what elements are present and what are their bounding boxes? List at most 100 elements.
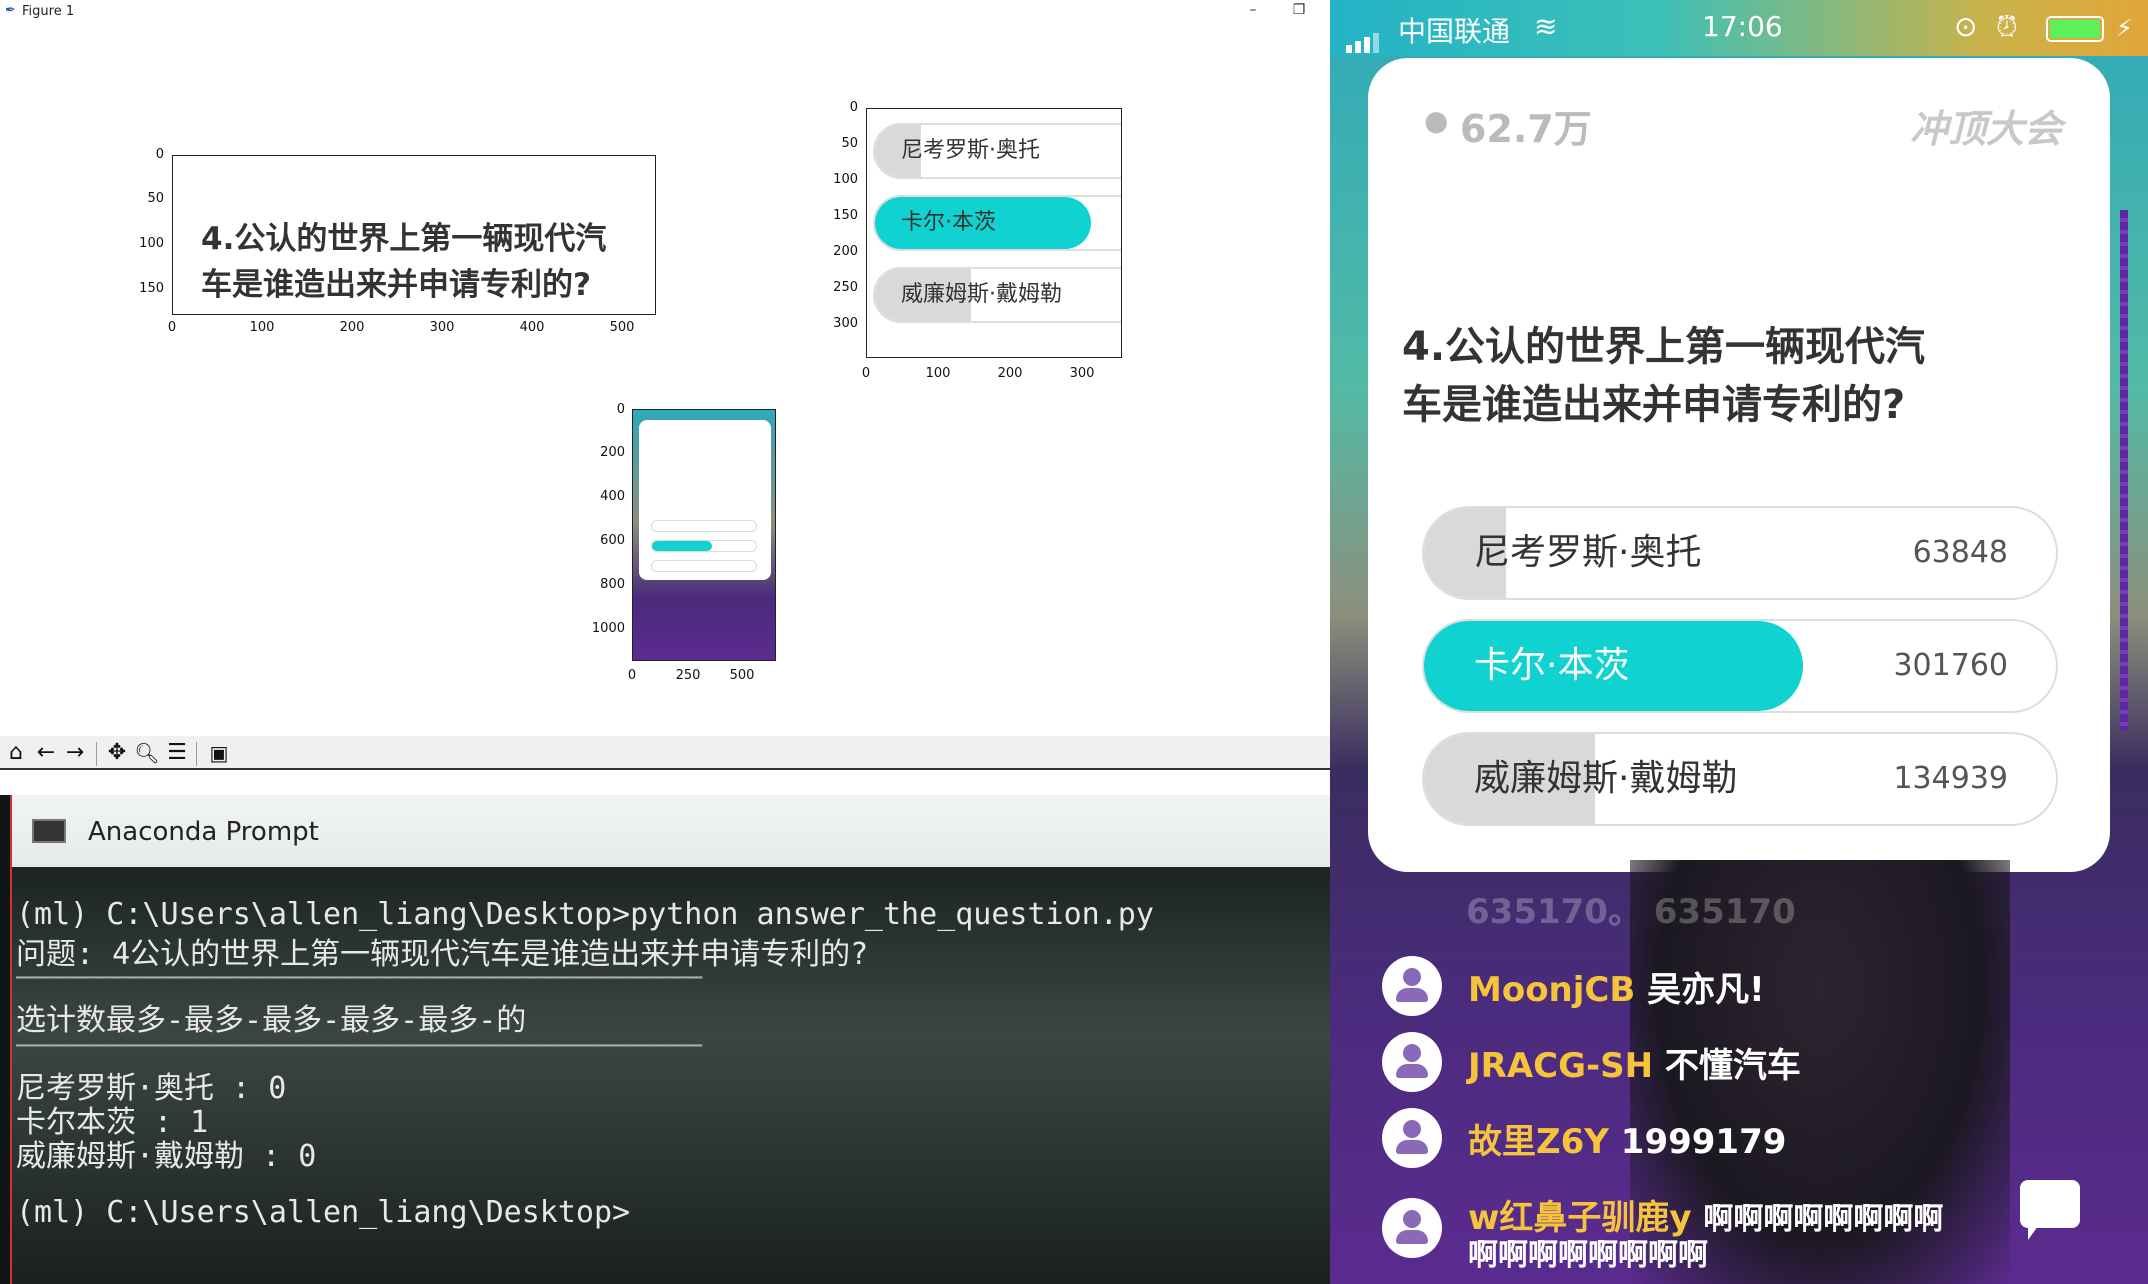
x-tick: 250: [675, 668, 701, 683]
chat-bubble-icon[interactable]: [2020, 1180, 2080, 1240]
y-tick: 600: [600, 533, 625, 548]
prompt-titlebar: Anaconda Prompt: [10, 795, 1330, 867]
avatar: [1382, 956, 1442, 1016]
answer-label: 卡尔·本茨: [1474, 645, 1630, 686]
avatar: [1382, 1198, 1442, 1258]
y-tick: 200: [833, 244, 858, 259]
x-tick: 100: [249, 320, 275, 335]
anaconda-prompt-window: Anaconda Prompt (ml) C:\Users\allen_lian…: [0, 795, 1330, 1284]
axes-question: 4.公认的世界上第一辆现代汽 车是谁造出来并申请专利的?: [172, 155, 656, 315]
matplotlib-window: ✒ Figure 1 – ❐ 4.公认的世界上第一辆现代汽 车是谁造出来并申请专…: [0, 0, 1330, 770]
x-tick: 200: [997, 366, 1023, 381]
thumbnail-option: [651, 520, 757, 532]
option-bar: 威廉姆斯·戴姆勒: [873, 267, 1121, 323]
brand-logo: 冲顶大会: [1910, 107, 2063, 151]
x-tick: 200: [339, 320, 365, 335]
rotation-lock-icon: ⊙: [1954, 10, 1978, 43]
forward-icon[interactable]: →: [62, 741, 88, 767]
comment-message-continued: 啊啊啊啊啊啊啊啊: [1468, 1238, 1708, 1273]
answer-count: 63848: [1912, 535, 2008, 570]
comment-user: MoonjCB 吴亦凡!: [1468, 970, 1765, 1010]
y-tick: 0: [155, 147, 164, 162]
toolbar-separator: [196, 742, 197, 766]
save-icon[interactable]: ▣: [206, 741, 232, 767]
option-bar: 尼考罗斯·奥托: [873, 123, 1121, 179]
y-tick: 50: [147, 191, 164, 206]
question-image: 4.公认的世界上第一辆现代汽 车是谁造出来并申请专利的?: [173, 156, 655, 314]
option-label: 卡尔·本茨: [901, 210, 996, 235]
question-line-2: 车是谁造出来并申请专利的?: [1402, 382, 1906, 428]
toolbar-separator: [96, 742, 97, 766]
side-stripe: [2120, 210, 2128, 730]
prompt-title: Anaconda Prompt: [88, 817, 319, 847]
signal-icon: [1346, 20, 1382, 53]
answer-option[interactable]: 威廉姆斯·戴姆勒 134939: [1422, 732, 2058, 826]
y-tick: 200: [600, 445, 625, 460]
viewer-count: 62.7万: [1460, 107, 1592, 151]
restore-icon[interactable]: ❐: [1286, 0, 1312, 20]
x-tick: 100: [925, 366, 951, 381]
x-tick: 500: [609, 320, 635, 335]
battery-icon: [2046, 16, 2104, 42]
option-bar: 卡尔·本茨: [873, 195, 1121, 251]
configure-icon[interactable]: ☰: [164, 741, 190, 767]
x-tick: 0: [167, 320, 177, 335]
y-tick: 800: [600, 577, 625, 592]
terminal-icon: [32, 819, 66, 843]
comment-user: 故里Z6Y 1999179: [1468, 1122, 1787, 1162]
answer-option[interactable]: 尼考罗斯·奥托 63848: [1422, 506, 2058, 600]
feather-icon: ✒: [5, 3, 16, 18]
screen: ✒ Figure 1 – ❐ 4.公认的世界上第一辆现代汽 车是谁造出来并申请专…: [0, 0, 2148, 1284]
console-prompt-line: (ml) C:\Users\allen_liang\Desktop>: [16, 1195, 631, 1230]
window-titlebar: ✒ Figure 1 – ❐: [0, 0, 1330, 22]
status-time: 17:06: [1702, 10, 1783, 43]
question-line-1: 4.公认的世界上第一辆现代汽: [1402, 324, 1926, 370]
console-output[interactable]: (ml) C:\Users\allen_liang\Desktop>python…: [10, 867, 1330, 1284]
carrier-name: 中国联通: [1398, 15, 1511, 48]
answer-count: 301760: [1893, 648, 2008, 683]
phone-screen: 中国联通 ≋ 17:06 ⊙ ⏰︎ ⚡ ● 62.7万 冲顶大会 4.公认的世界…: [1330, 0, 2148, 1284]
y-tick: 150: [139, 281, 164, 296]
question-line-2: 车是谁造出来并申请专利的?: [201, 267, 591, 303]
thumbnail-card: [639, 420, 771, 580]
y-tick: 100: [833, 172, 858, 187]
x-tick: 300: [429, 320, 455, 335]
answer-count: 134939: [1893, 761, 2008, 796]
pan-icon[interactable]: ✥: [104, 741, 130, 767]
answer-option[interactable]: 卡尔·本茨 301760: [1422, 619, 2058, 713]
avatar: [1382, 1108, 1442, 1168]
option-label: 尼考罗斯·奥托: [901, 138, 1040, 163]
minimize-icon[interactable]: –: [1240, 0, 1266, 20]
home-icon[interactable]: ⌂: [3, 741, 29, 767]
thumbnail-option: [651, 540, 757, 552]
y-tick: 1000: [591, 621, 625, 636]
x-tick: 500: [729, 668, 755, 683]
console-line: (ml) C:\Users\allen_liang\Desktop>python…: [16, 897, 1154, 932]
y-tick: 250: [833, 280, 858, 295]
faded-comment: 635170。 635170: [1466, 892, 1796, 932]
alarm-icon: ⏰︎: [1996, 10, 2018, 43]
axes-options: 尼考罗斯·奥托 卡尔·本茨 威廉姆斯·戴姆勒: [866, 108, 1122, 358]
y-tick: 50: [841, 136, 858, 151]
avatar: [1382, 1032, 1442, 1092]
y-tick: 0: [849, 100, 858, 115]
back-icon[interactable]: ←: [33, 741, 59, 767]
y-tick: 0: [616, 402, 625, 417]
y-tick: 400: [600, 489, 625, 504]
axes-screenshot: [632, 409, 776, 661]
answer-label: 尼考罗斯·奥托: [1474, 532, 1702, 573]
question-text: 4.公认的世界上第一辆现代汽 车是谁造出来并申请专利的?: [1402, 318, 2042, 434]
x-tick: 400: [519, 320, 545, 335]
comment-user: JRACG-SH 不懂汽车: [1468, 1046, 1801, 1086]
x-tick: 300: [1069, 366, 1095, 381]
console-divider: ——————————————————————————————————————: [16, 959, 703, 994]
y-tick: 100: [139, 236, 164, 251]
matplotlib-toolbar: ⌂ ← → ✥ 🔍︎ ☰ ▣: [0, 736, 1330, 770]
zoom-icon[interactable]: 🔍︎: [134, 741, 160, 767]
option-label: 威廉姆斯·戴姆勒: [901, 282, 1062, 307]
charging-icon: ⚡: [2116, 14, 2133, 42]
console-divider: ——————————————————————————————————————: [16, 1027, 703, 1062]
y-tick: 300: [833, 316, 858, 331]
thumbnail-option: [651, 560, 757, 572]
console-line: 威廉姆斯·戴姆勒 : 0: [16, 1139, 317, 1174]
